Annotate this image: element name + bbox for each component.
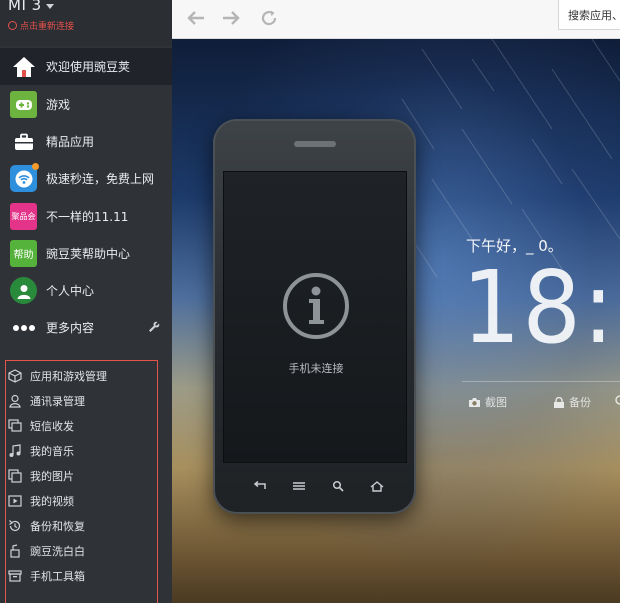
box-icon [8,369,22,383]
nav-label: 不一样的11.11 [46,210,129,224]
nav-label: 精品应用 [46,135,95,149]
manage-item-sms[interactable]: 短信收发 [8,415,158,437]
search-placeholder: 搜索应用、 [568,9,620,22]
sms-icon [8,419,22,432]
forward-button[interactable] [218,5,244,31]
manage-label: 我的图片 [30,470,74,483]
main-area: 搜索应用、 手机未连接 下午好，_ 0。 18: 截图 备份 [172,0,620,603]
arrow-left-icon [187,11,204,25]
nav-label: 豌豆荚帮助中心 [46,247,131,261]
wrench-icon[interactable] [148,321,160,333]
clock-display: 18:3 [462,249,620,366]
manage-item-contacts[interactable]: 通讯录管理 [8,390,158,412]
manage-item-clean[interactable]: 豌豆洗白白 [8,540,158,562]
refresh-icon [261,10,277,26]
manage-label: 我的视频 [30,495,74,508]
manage-item-apps[interactable]: 应用和游戏管理 [8,365,158,387]
browser-toolbar: 搜索应用、 [172,0,620,39]
phone-home-icon [368,479,386,493]
toolbox-icon [8,570,22,582]
manage-item-toolbox[interactable]: 手机工具箱 [8,565,158,587]
manage-item-music[interactable]: 我的音乐 [8,440,158,462]
phone-status-message: 手机未连接 [288,362,344,375]
contact-icon [9,394,21,408]
lock-icon [554,396,564,408]
nav-label: 极速秒连，免费上网 [46,172,155,186]
device-name[interactable]: MI 3 [8,0,54,14]
nav-item-apps[interactable]: 精品应用 [0,123,172,160]
search-input[interactable]: 搜索应用、 [558,0,620,30]
phone-menu-icon [290,479,308,493]
refresh-button[interactable] [256,5,282,31]
nav-label: 个人中心 [46,284,95,298]
picture-icon [8,469,22,483]
wifi-icon [10,163,39,192]
manage-item-videos[interactable]: 我的视频 [8,490,158,512]
phone-back-icon [251,479,269,493]
manage-label: 应用和游戏管理 [30,370,107,383]
nav-item-promo[interactable]: 聚品会 不一样的11.11 [0,198,172,235]
home-icon [10,53,37,80]
manage-item-backup[interactable]: 备份和恢复 [8,515,158,537]
user-icon [10,277,37,304]
sidebar: MI 3 点击重新连接 欢迎使用豌豆荚 游戏 精品应用 极速秒连，免费上网 聚品… [0,0,172,603]
info-icon [283,273,349,339]
screenshot-button[interactable]: 截图 [468,394,507,410]
manage-label: 手机工具箱 [30,570,85,583]
badge-dot [32,163,39,170]
backup-label: 备份 [569,396,591,409]
nav-item-games[interactable]: 游戏 [0,86,172,123]
nav-label: 欢迎使用豌豆荚 [46,60,131,74]
manage-label: 通讯录管理 [30,395,85,408]
device-header[interactable]: MI 3 点击重新连接 [0,0,172,46]
settings-icon[interactable] [615,394,620,405]
help-icon-text: 帮助 [13,250,34,261]
gamepad-icon [10,91,37,118]
nav-item-help[interactable]: 帮助 豌豆荚帮助中心 [0,235,172,272]
reconnect-link[interactable]: 点击重新连接 [8,19,74,32]
briefcase-icon [10,128,37,155]
nav-item-wifi[interactable]: 极速秒连，免费上网 [0,160,172,197]
nav-label: 游戏 [46,98,71,112]
phone-screen: 手机未连接 [223,171,407,463]
nav-item-profile[interactable]: 个人中心 [0,272,172,309]
device-name-label: MI 3 [8,0,42,14]
camera-icon [469,397,480,407]
manage-label: 备份和恢复 [30,520,85,533]
backup-icon [9,520,21,532]
manage-label: 我的音乐 [30,445,74,458]
divider [462,381,620,382]
nav-item-more[interactable]: 更多内容 [0,309,172,346]
manage-label: 短信收发 [30,420,74,433]
video-icon [8,495,22,507]
backup-wallpaper-button[interactable]: 备份 [553,394,591,410]
phone-mockup: 手机未连接 [213,119,416,514]
disconnected-icon [8,21,17,30]
phone-speaker [294,141,336,147]
manage-label: 豌豆洗白白 [30,545,85,558]
clean-icon [10,544,20,558]
promo-icon: 聚品会 [10,203,37,230]
arrow-right-icon [223,11,240,25]
back-button[interactable] [183,5,209,31]
promo-icon-text: 聚品会 [11,211,36,221]
music-icon [9,444,21,457]
phone-search-icon [329,479,347,493]
chevron-down-icon [45,4,54,9]
screenshot-label: 截图 [485,396,507,409]
reconnect-label: 点击重新连接 [20,22,75,32]
nav-label: 更多内容 [46,321,95,335]
help-icon: 帮助 [10,240,37,267]
nav-item-welcome[interactable]: 欢迎使用豌豆荚 [0,48,172,85]
more-icon [10,314,37,341]
manage-item-pictures[interactable]: 我的图片 [8,465,158,487]
